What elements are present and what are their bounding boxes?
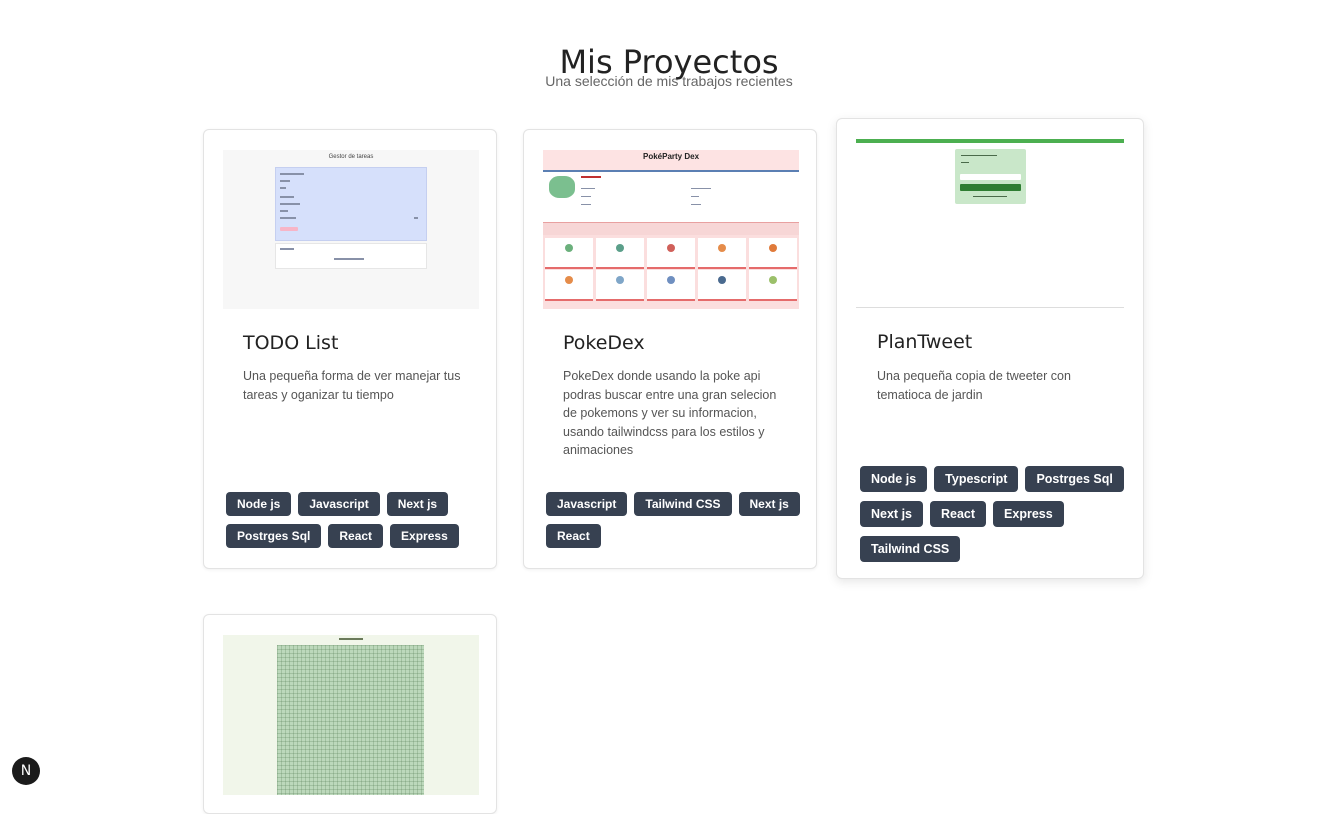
tech-tag: React [930,501,987,527]
thumbnail-list-box [275,243,427,269]
project-description: PokeDex donde usando la poke api podras … [563,369,777,457]
thumbnail-form-panel [275,167,427,241]
project-thumbnail[interactable] [856,139,1124,308]
tech-tag: Tailwind CSS [860,536,961,562]
tech-tag: Postrges Sql [226,524,322,548]
project-description: Una pequeña forma de ver manejar tus tar… [243,369,461,402]
tech-tag: Javascript [298,492,380,516]
thumbnail-info-panel [543,172,799,218]
tech-tag: Node js [226,492,292,516]
tech-tag: Next js [860,501,923,527]
thumbnail-search-bar [543,222,799,235]
thumbnail-garden-grid [277,645,424,795]
tech-tag: Javascript [546,492,628,516]
tech-tag: Next js [386,492,449,516]
tech-tag: Typescript [934,466,1019,492]
thumbnail-header: PokéParty Dex [543,150,799,172]
tech-tag: Tailwind CSS [634,492,732,516]
tech-tags: Javascript Tailwind CSS Next js React [546,492,806,548]
project-card-garden[interactable] [203,614,497,814]
tech-tags: Node js Typescript Postrges Sql Next js … [860,466,1130,562]
project-card-pokedex[interactable]: PokéParty Dex PokeDex PokeDex donde usan… [523,129,817,569]
tech-tag: React [328,524,384,548]
thumbnail-caption: Gestor de tareas [328,154,374,160]
project-description: Una pequeña copia de tweeter con tematio… [877,369,1071,402]
thumbnail-navbar [856,139,1124,143]
tech-tag: Next js [738,492,800,516]
tech-tag: Express [993,501,1064,527]
page-subtitle: Una selección de mis trabajos recientes [545,73,793,89]
project-thumbnail[interactable]: Gestor de tareas [223,150,479,309]
tech-tag: Postrges Sql [1025,466,1124,492]
project-thumbnail[interactable]: PokéParty Dex [543,150,799,309]
thumbnail-caption: PokéParty Dex [642,152,700,161]
project-title[interactable]: PokeDex [563,332,645,354]
tech-tag: Express [390,524,459,548]
tech-tag: React [546,524,601,548]
project-card-plantweet[interactable]: PlanTweet Una pequeña copia de tweeter c… [836,118,1144,579]
project-thumbnail[interactable] [223,635,479,795]
project-title[interactable]: PlanTweet [877,331,972,353]
nextjs-dev-indicator[interactable]: N [12,757,40,785]
tech-tags: Node js Javascript Next js Postrges Sql … [226,492,486,548]
thumbnail-login-panel [955,149,1026,204]
tech-tag: Node js [860,466,928,492]
project-card-todo[interactable]: Gestor de tareas TODO List Una pequeña f… [203,129,497,569]
project-title[interactable]: TODO List [243,332,338,354]
